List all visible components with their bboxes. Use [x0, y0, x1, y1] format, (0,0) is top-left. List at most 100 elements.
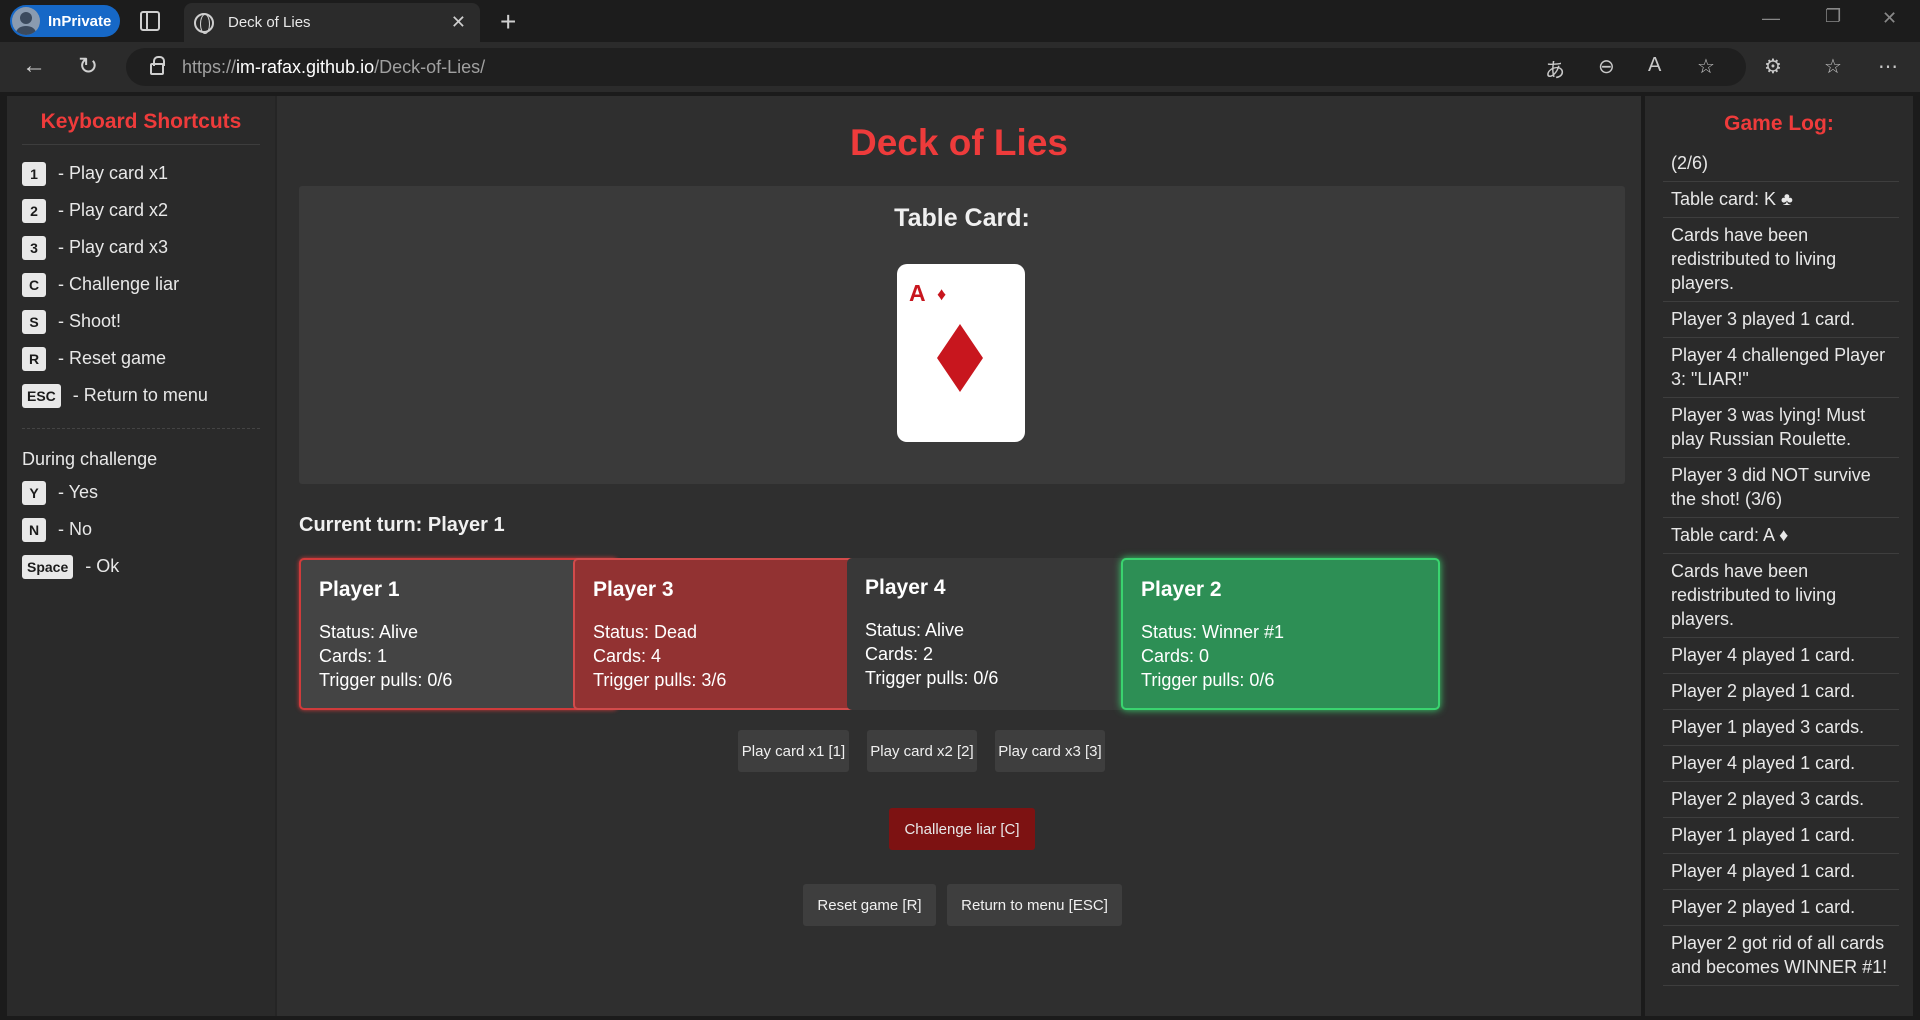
play-card-x2-button[interactable]: Play card x2 [2]: [867, 730, 977, 772]
during-challenge-label: During challenge: [22, 449, 158, 469]
log-entry: Player 4 played 1 card.: [1663, 854, 1899, 890]
browser-tab[interactable]: Deck of Lies ✕: [184, 3, 480, 42]
shortcut-label: - Reset game: [58, 348, 167, 368]
shortcut-row: Space - Ok: [22, 548, 260, 585]
log-entry: Player 2 played 1 card.: [1663, 674, 1899, 710]
player-status: Status: Alive: [319, 622, 419, 642]
player-trigger-pulls: Trigger pulls: 0/6: [1141, 670, 1275, 690]
browser-tab-bar: InPrivate Deck of Lies ✕ + — ❐ ✕: [0, 0, 1920, 42]
player-cards: Cards: 2: [865, 644, 934, 664]
inprivate-profile-button[interactable]: InPrivate: [10, 5, 120, 37]
address-toolbar: ← ↻ https://im-rafax.github.io/Deck-of-L…: [0, 42, 1920, 92]
log-entry: Table card: A ♦: [1663, 518, 1899, 554]
translate-icon[interactable]: あ: [1545, 54, 1565, 83]
log-entry: Cards have been redistributed to living …: [1663, 554, 1899, 638]
shortcut-row: R - Reset game: [22, 340, 260, 377]
tab-title: Deck of Lies: [228, 14, 311, 31]
log-entry: (2/6): [1663, 154, 1899, 182]
player-name: Player 2: [1141, 578, 1222, 601]
player-name: Player 4: [865, 576, 946, 599]
lock-icon[interactable]: [150, 56, 165, 75]
read-aloud-icon[interactable]: A: [1648, 54, 1661, 77]
game-log-panel: Game Log: (2/6) Table card: K ♣ Cards have…: [1645, 96, 1913, 1016]
shortcuts-title: Keyboard Shortcuts: [22, 110, 260, 145]
restore-icon[interactable]: ❐: [1825, 6, 1841, 27]
player-cards: Cards: 4: [593, 646, 662, 666]
player-cards: Cards: 1: [319, 646, 388, 666]
shortcut-label: - Play card x3: [58, 237, 169, 257]
play-card-x3-button[interactable]: Play card x3 [3]: [995, 730, 1105, 772]
new-tab-icon[interactable]: +: [500, 6, 516, 38]
return-to-menu-button[interactable]: Return to menu [ESC]: [947, 884, 1122, 926]
zoom-out-icon[interactable]: ⊖: [1598, 54, 1615, 79]
current-turn: Current turn: Player 1: [299, 514, 505, 536]
tab-actions-icon[interactable]: [140, 11, 160, 31]
log-entry: Player 4 played 1 card.: [1663, 746, 1899, 782]
player-status: Status: Dead: [593, 622, 698, 642]
favorites-list-icon[interactable]: ☆: [1824, 54, 1842, 79]
log-entry: Player 2 played 3 cards.: [1663, 782, 1899, 818]
player-card: Player 3 Status: Dead Cards: 4 Trigger pull…: [573, 558, 892, 710]
log-entry: Player 2 played 1 card.: [1663, 890, 1899, 926]
back-arrow-icon[interactable]: ←: [22, 52, 46, 80]
avatar: [12, 7, 40, 35]
player-card: Player 4 Status: Alive Cards: 2 Trigger pul…: [847, 558, 1166, 710]
shortcut-key: 2: [22, 198, 46, 223]
shortcut-label: - Challenge liar: [58, 274, 180, 294]
player-name: Player 3: [593, 578, 674, 601]
globe-icon: [194, 12, 214, 34]
shortcut-key: N: [22, 517, 46, 542]
shortcut-label: - Shoot!: [58, 311, 122, 331]
refresh-icon[interactable]: ↻: [78, 52, 98, 81]
shortcut-row: N - No: [22, 511, 260, 548]
extensions-icon[interactable]: ⚙: [1764, 54, 1782, 79]
log-entry: Player 4 challenged Player 3: "LIAR!": [1663, 338, 1899, 398]
log-entry: Player 3 played 1 card.: [1663, 302, 1899, 338]
player-card: Player 2 Status: Winner #1 Cards: 0 Trigger…: [1121, 558, 1440, 710]
player-card: Player 1 Status: Alive Cards: 1 Trigger pul…: [299, 558, 618, 710]
card-rank: A: [909, 280, 926, 306]
player-trigger-pulls: Trigger pulls: 0/6: [865, 668, 999, 688]
close-tab-icon[interactable]: ✕: [451, 12, 466, 33]
shortcut-row: C - Challenge liar: [22, 266, 260, 303]
minimize-icon[interactable]: —: [1762, 8, 1780, 29]
shortcut-key: C: [22, 272, 46, 297]
more-menu-icon[interactable]: ⋯: [1878, 54, 1898, 79]
shortcut-row: S - Shoot!: [22, 303, 260, 340]
favorite-star-icon[interactable]: ☆: [1697, 54, 1715, 79]
player-name: Player 1: [319, 578, 400, 601]
game-title: Deck of Lies: [850, 122, 1068, 163]
player-trigger-pulls: Trigger pulls: 3/6: [593, 670, 727, 690]
reset-game-button[interactable]: Reset game [R]: [803, 884, 936, 926]
log-entry: Table card: K ♣: [1663, 182, 1899, 218]
url-path: /Deck-of-Lies/: [374, 56, 486, 77]
game-log-list[interactable]: (2/6) Table card: K ♣ Cards have been redi…: [1663, 154, 1899, 994]
log-entry: Player 2 got rid of all cards and become…: [1663, 926, 1899, 986]
shortcut-label: - No: [58, 519, 93, 539]
shortcut-label: - Yes: [58, 482, 99, 502]
page-content: Keyboard Shortcuts 1 - Play card x1 2 - Pla…: [0, 92, 1920, 1020]
log-entry: Player 3 did NOT survive the shot! (3/6): [1663, 458, 1899, 518]
divider: [22, 428, 260, 429]
card-suit-small: ♦: [937, 284, 947, 304]
challenge-shortcut-list: Y - Yes N - No Space - Ok: [22, 474, 260, 585]
url-scheme: https://: [182, 56, 237, 77]
shortcut-row: 3 - Play card x3: [22, 229, 260, 266]
game-log-title: Game Log:: [1724, 112, 1834, 135]
game-log-entries: (2/6) Table card: K ♣ Cards have been redi…: [1663, 154, 1899, 986]
shortcut-row: 1 - Play card x1: [22, 155, 260, 192]
window-close-icon[interactable]: ✕: [1882, 8, 1897, 29]
address-bar[interactable]: https://im-rafax.github.io/Deck-of-Lies/: [126, 48, 1746, 86]
player-status: Status: Winner #1: [1141, 622, 1285, 642]
diamond-suit-icon: [937, 324, 983, 392]
shortcut-key: Y: [22, 480, 46, 505]
log-entry: Player 1 played 1 card.: [1663, 818, 1899, 854]
challenge-liar-button[interactable]: Challenge liar [C]: [889, 808, 1035, 850]
game-area: Deck of Lies Table Card: A ♦ Current tur…: [275, 96, 1641, 1016]
play-card-x1-button[interactable]: Play card x1 [1]: [738, 730, 849, 772]
shortcut-label: - Ok: [85, 556, 120, 576]
player-trigger-pulls: Trigger pulls: 0/6: [319, 670, 453, 690]
shortcut-key: R: [22, 346, 46, 371]
shortcut-key: 1: [22, 161, 46, 186]
table-card-label: Table Card:: [894, 204, 1030, 232]
